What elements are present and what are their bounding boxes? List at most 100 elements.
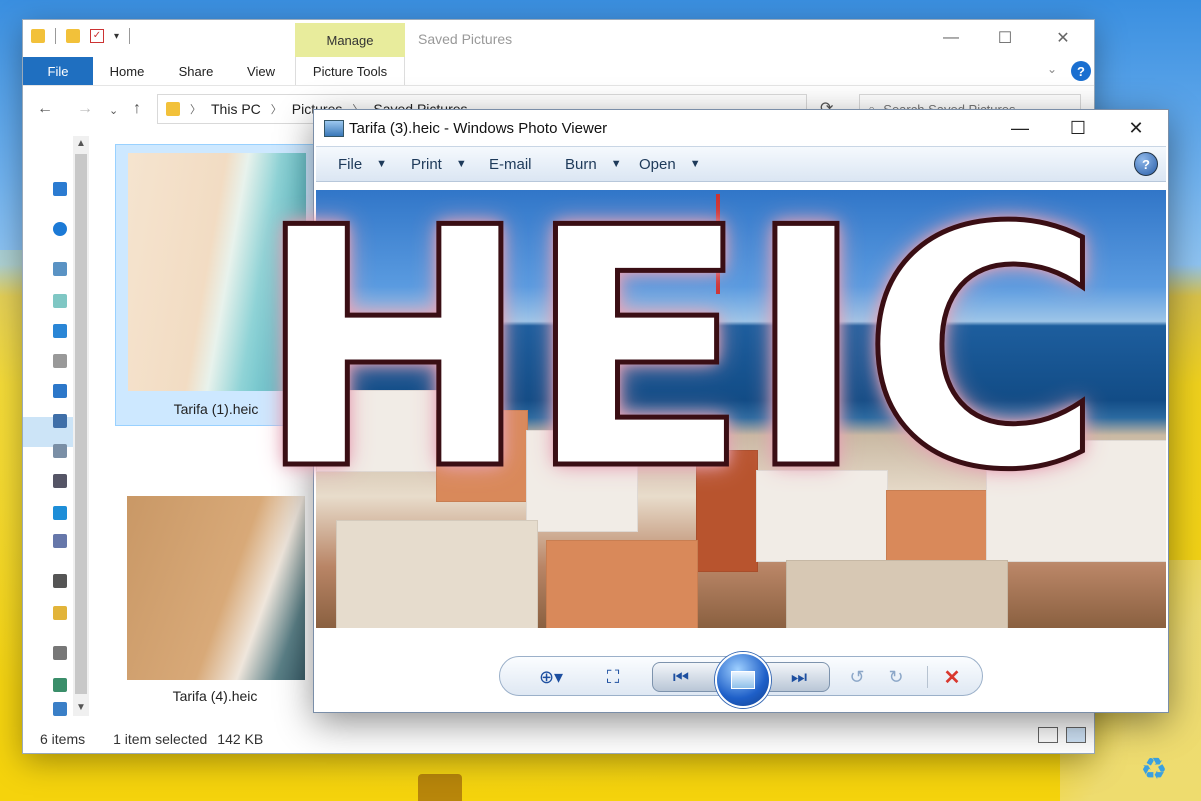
libraries-icon[interactable] <box>53 606 67 620</box>
file-name: Tarifa (4).heic <box>172 688 258 704</box>
tab-share[interactable]: Share <box>171 57 221 85</box>
scroll-down-icon[interactable]: ▼ <box>73 700 89 716</box>
back-arrow-icon[interactable]: ← <box>37 100 53 118</box>
slideshow-screen <box>731 671 755 689</box>
tab-view[interactable]: View <box>239 57 283 85</box>
help-icon[interactable]: ? <box>1134 152 1158 176</box>
menu-print-label: Print <box>411 155 442 173</box>
viewer-window-title: Tarifa (3).heic - Windows Photo Viewer <box>349 120 608 137</box>
pictures-icon[interactable] <box>53 444 67 458</box>
building <box>526 430 638 532</box>
new-folder-icon[interactable] <box>66 29 80 43</box>
help-icon[interactable]: ? <box>1071 61 1091 81</box>
building <box>696 450 758 572</box>
file-name: Tarifa (1).heic <box>173 401 259 417</box>
tab-file[interactable]: File <box>23 57 93 85</box>
menu-email[interactable]: E-mail <box>489 147 532 181</box>
file-item[interactable]: Tarifa (1).heic <box>115 144 315 426</box>
downloads-icon[interactable] <box>53 384 67 398</box>
rotate-right-icon[interactable]: ↻ <box>884 666 908 688</box>
customize-dropdown-icon[interactable]: ▾ <box>114 31 119 42</box>
fit-window-icon[interactable]: ⛶ <box>600 666 626 688</box>
usb-drive-icon[interactable] <box>53 574 67 588</box>
toolbar-divider <box>55 28 56 44</box>
videos-icon[interactable] <box>53 474 67 488</box>
details-view-icon[interactable] <box>1038 727 1058 743</box>
status-bar: 6 items 1 item selected 142 KB <box>23 725 1094 753</box>
menu-open[interactable]: Open ▼ <box>639 147 701 181</box>
onedrive-cloud-icon[interactable] <box>53 222 67 236</box>
breadcrumb-separator-icon: 〉 <box>270 104 282 116</box>
explorer-titlebar: ✓ ▾ Manage Saved Pictures — ☐ ✕ <box>23 20 1094 57</box>
menu-file-label: File <box>338 155 363 173</box>
scroll-up-icon[interactable]: ▲ <box>73 136 89 152</box>
nav-scrollbar[interactable]: ▲ ▼ <box>73 136 89 716</box>
dropdown-caret-icon: ▼ <box>376 158 388 170</box>
photo-display <box>316 190 1166 628</box>
selection-size: 142 KB <box>217 731 264 747</box>
tab-picture-tools[interactable]: Picture Tools <box>295 57 405 85</box>
network-icon[interactable] <box>53 678 67 692</box>
dropdown-caret-icon: ▼ <box>610 158 622 170</box>
recycle-bin-icon[interactable]: ♻ <box>1134 745 1174 793</box>
building <box>436 410 528 502</box>
dropdown-caret-icon: ▼ <box>455 158 467 170</box>
properties-check-icon[interactable]: ✓ <box>90 29 104 43</box>
previous-icon[interactable]: ⏮ <box>668 666 694 688</box>
toolbar-divider <box>927 666 928 688</box>
delete-icon[interactable]: ✕ <box>940 666 964 689</box>
menu-burn[interactable]: Burn ▼ <box>565 147 622 181</box>
menu-print[interactable]: Print ▼ <box>411 147 467 181</box>
building <box>316 390 438 472</box>
recent-locations-chevron-icon[interactable]: ⌄ <box>109 104 118 117</box>
building <box>756 470 888 562</box>
homegroup-icon[interactable] <box>53 702 67 716</box>
breadcrumb-this-pc[interactable]: This PC <box>211 101 261 117</box>
maximize-button[interactable]: ☐ <box>1056 115 1100 141</box>
dropdown-caret-icon: ▼ <box>689 158 701 170</box>
windows-drive-icon[interactable] <box>53 506 67 520</box>
maximize-button[interactable]: ☐ <box>985 26 1025 50</box>
folder-icon[interactable] <box>31 29 45 43</box>
zoom-icon[interactable]: ⊕▾ <box>534 666 568 688</box>
slideshow-icon[interactable] <box>715 652 771 708</box>
desktop-icon[interactable] <box>53 324 67 338</box>
scrollbar-thumb[interactable] <box>75 154 87 694</box>
forward-arrow-icon[interactable]: → <box>77 100 93 118</box>
quick-access-toolbar: ✓ ▾ <box>31 28 131 44</box>
next-icon[interactable]: ⏭ <box>786 666 812 688</box>
this-pc-icon[interactable] <box>53 262 67 276</box>
cathedral-tower <box>484 260 498 360</box>
ribbon-tabs: File Home Share View Picture Tools <box>23 57 1094 86</box>
breadcrumb-separator-icon: 〉 <box>190 104 201 116</box>
desktop-object <box>418 774 462 801</box>
documents-icon[interactable] <box>53 354 67 368</box>
music-icon[interactable] <box>53 414 67 428</box>
beach-aerial-thumbnail <box>128 153 306 391</box>
large-icons-view-icon[interactable] <box>1066 727 1086 743</box>
building <box>986 440 1166 562</box>
close-button[interactable]: ✕ <box>1114 115 1158 141</box>
network-drive-icon[interactable] <box>53 646 67 660</box>
close-button[interactable]: ✕ <box>1043 26 1083 50</box>
drive-icon[interactable] <box>53 534 67 548</box>
viewer-toolbar: ⊕▾ ⛶ ⏮ ⏭ ↺ ↻ ✕ <box>499 652 983 708</box>
tab-home[interactable]: Home <box>101 57 153 85</box>
up-arrow-icon[interactable]: ↑ <box>133 100 141 118</box>
cathedral-dome <box>554 282 600 318</box>
building <box>786 560 1008 628</box>
menu-file[interactable]: File ▼ <box>338 147 387 181</box>
minimize-button[interactable]: — <box>998 115 1042 141</box>
menu-email-label: E-mail <box>489 155 532 173</box>
menu-open-label: Open <box>639 155 676 173</box>
manage-contextual-tab[interactable]: Manage <box>295 23 405 57</box>
ribbon-expand-chevron-icon[interactable]: ⌄ <box>1047 62 1057 76</box>
minimize-button[interactable]: — <box>931 26 971 50</box>
3d-objects-icon[interactable] <box>53 294 67 308</box>
quick-access-star-icon[interactable] <box>53 182 67 196</box>
building <box>546 540 698 628</box>
rotate-left-icon[interactable]: ↺ <box>845 666 869 688</box>
photo-viewer-window: Tarifa (3).heic - Windows Photo Viewer —… <box>314 110 1168 712</box>
menu-burn-label: Burn <box>565 155 597 173</box>
building <box>336 520 538 628</box>
